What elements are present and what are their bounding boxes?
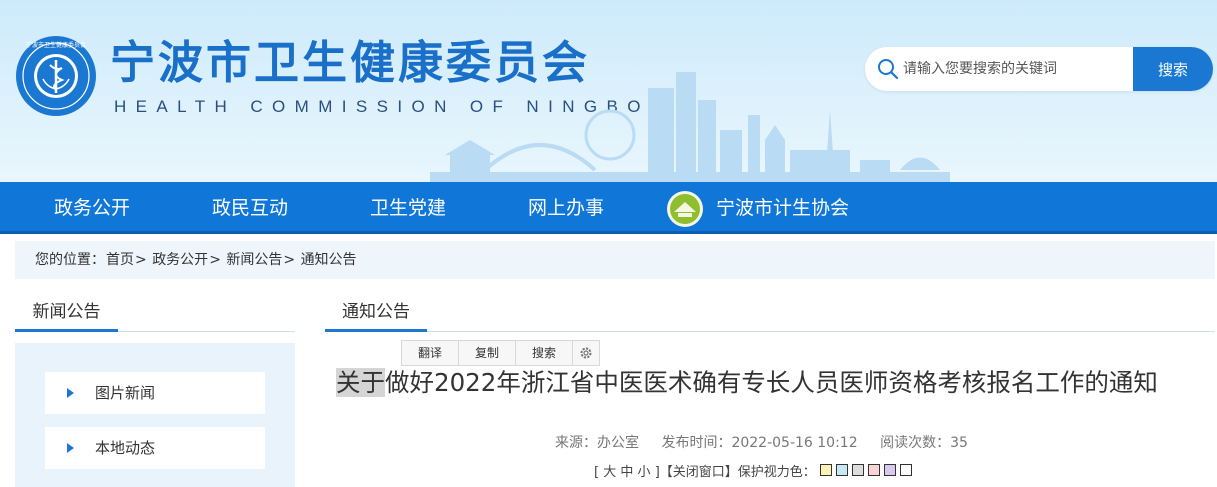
eye-color-swatches: [816, 463, 912, 483]
close-window-button[interactable]: 【关闭窗口】: [660, 463, 738, 483]
nav-item-public-interaction[interactable]: 政民互动: [212, 182, 288, 234]
main-nav: 政务公开 政民互动 卫生党建 网上办事 宁波市计生协会: [0, 182, 1217, 234]
article-read-count: 阅读次数：35: [880, 435, 968, 451]
search-input[interactable]: [903, 47, 1133, 91]
search-box: 搜索: [865, 47, 1213, 91]
tab-notices[interactable]: 通知公告: [325, 299, 427, 332]
article-meta: 来源：办公室 发布时间：2022-05-16 10:12 阅读次数：35: [555, 433, 986, 453]
sidebar-title[interactable]: 新闻公告: [15, 299, 118, 332]
nav-item-online-services[interactable]: 网上办事: [528, 182, 604, 234]
sidebar-item-label: 本地动态: [95, 439, 156, 457]
font-size-large-button[interactable]: 大: [603, 463, 616, 483]
sidebar-menu: 图片新闻 本地动态: [15, 343, 295, 487]
eye-color-swatch[interactable]: [899, 464, 912, 476]
font-size-small-button[interactable]: 小: [638, 463, 651, 483]
settings-button[interactable]: [573, 341, 599, 365]
article-title-rest[interactable]: 做好2022年浙江省中医医术确有专长人员医师资格考核报名工作的通知: [385, 368, 1158, 397]
eye-color-swatch[interactable]: [867, 464, 880, 476]
svg-text:宁波市卫生健康委员会: 宁波市卫生健康委员会: [26, 41, 86, 49]
nav-item-government-affairs[interactable]: 政务公开: [54, 182, 130, 234]
article-title: 关于做好2022年浙江省中医医术确有专长人员医师资格考核报名工作的通知: [336, 366, 1158, 400]
breadcrumb-notices[interactable]: 通知公告: [301, 252, 357, 268]
selected-text[interactable]: 关于: [336, 368, 385, 397]
search-icon: [878, 59, 899, 80]
breadcrumb-government-affairs[interactable]: 政务公开: [152, 252, 208, 268]
sidebar-item-photo-news[interactable]: 图片新闻: [45, 372, 265, 414]
breadcrumb-separator: >: [135, 252, 147, 268]
article-controls: [ 大 中 小 ] 【关闭窗口】 保护视力色：: [594, 463, 912, 483]
eye-color-swatch[interactable]: [819, 464, 832, 476]
breadcrumb-news[interactable]: 新闻公告: [226, 252, 282, 268]
arrow-right-icon: [67, 388, 74, 398]
sidebar-item-label: 图片新闻: [95, 384, 156, 402]
nav-item-party-building[interactable]: 卫生党建: [370, 182, 446, 234]
breadcrumb-home[interactable]: 首页: [106, 252, 134, 268]
gear-icon: [580, 347, 592, 359]
breadcrumb-prefix: 您的位置：: [35, 252, 105, 268]
article-publish-time: 发布时间：2022-05-16 10:12: [661, 435, 858, 451]
site-header: 宁波市卫生健康委员会 宁波市卫生健康委员会 HEALTH COMMISSION …: [0, 0, 1217, 182]
main-header: 通知公告: [325, 299, 1215, 332]
search-button[interactable]: 搜索: [1133, 47, 1213, 91]
translate-button[interactable]: 翻译: [402, 341, 459, 365]
eye-color-swatch[interactable]: [851, 464, 864, 476]
nav-item-family-planning-association[interactable]: 宁波市计生协会: [716, 182, 849, 234]
eye-color-swatch[interactable]: [835, 464, 848, 476]
eye-color-label: 保护视力色：: [737, 465, 816, 480]
selection-toolbar: 翻译 复制 搜索: [401, 340, 600, 366]
search-selection-button[interactable]: 搜索: [516, 341, 573, 365]
breadcrumb: 您的位置：首页> 政务公开> 新闻公告> 通知公告: [15, 241, 1215, 279]
sidebar-item-local-news[interactable]: 本地动态: [45, 427, 265, 469]
eye-color-swatch[interactable]: [883, 464, 896, 476]
font-size-open-bracket: [: [594, 465, 600, 480]
family-planning-association-icon[interactable]: [666, 190, 704, 228]
font-size-medium-button[interactable]: 中: [620, 463, 633, 483]
article-source: 来源：办公室: [555, 435, 639, 451]
arrow-right-icon: [67, 443, 74, 453]
sidebar-header: 新闻公告: [15, 299, 295, 332]
copy-button[interactable]: 复制: [459, 341, 516, 365]
emblem-logo-icon[interactable]: 宁波市卫生健康委员会: [15, 35, 97, 117]
breadcrumb-separator: >: [283, 252, 296, 268]
breadcrumb-separator: >: [209, 252, 221, 268]
